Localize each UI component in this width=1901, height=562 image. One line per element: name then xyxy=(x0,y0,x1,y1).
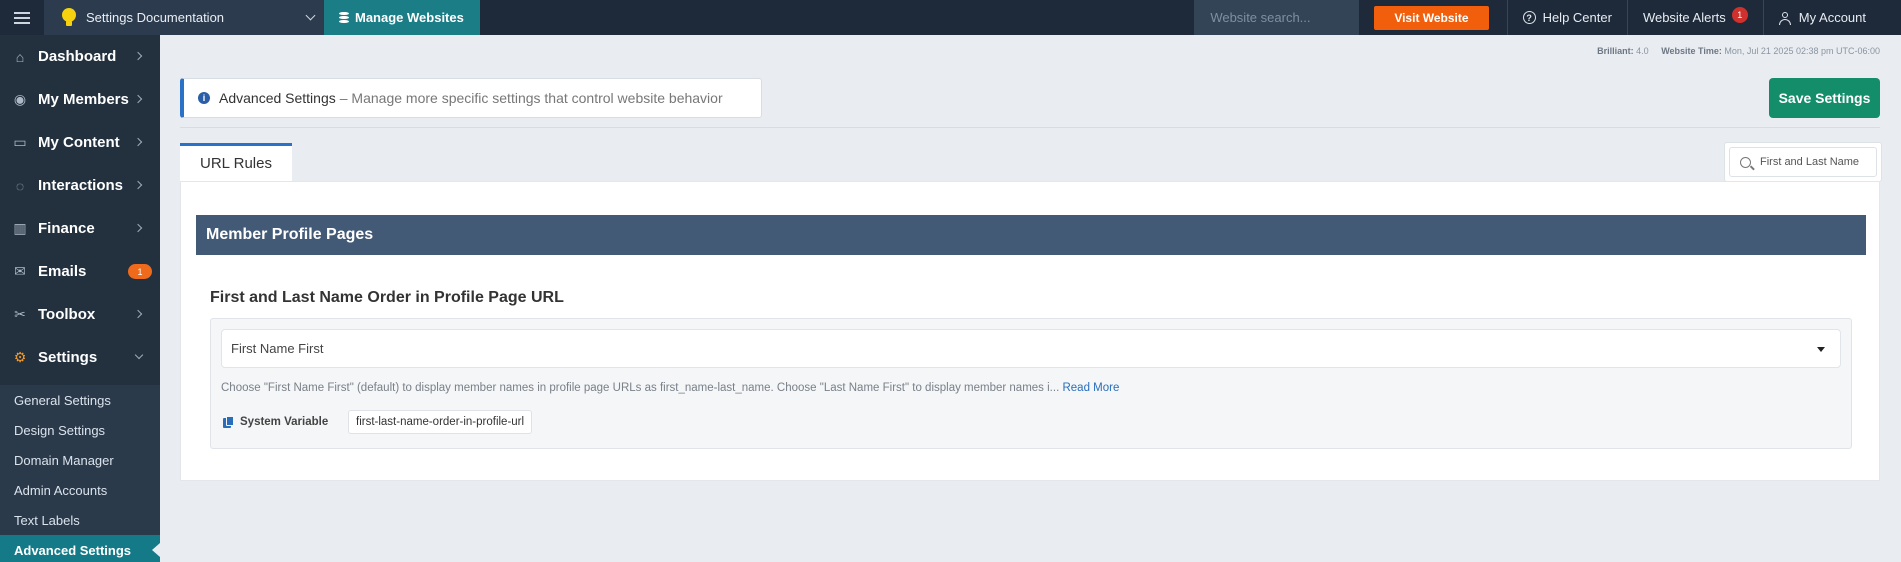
brilliant-version: 4.0 xyxy=(1636,46,1649,56)
sidebar-item-label: My Members xyxy=(38,91,129,108)
sidebar-item-label: Settings xyxy=(38,349,98,366)
sidebar-item-label: Toolbox xyxy=(38,306,96,323)
copy-icon[interactable] xyxy=(223,416,234,428)
sidebar-item-my-members[interactable]: ◉ My Members xyxy=(0,78,160,121)
sidebar-item-label: Interactions xyxy=(38,177,124,194)
home-icon: ⌂ xyxy=(15,48,25,65)
menu-toggle-button[interactable] xyxy=(0,0,44,35)
website-alerts-link[interactable]: Website Alerts 1 xyxy=(1626,0,1763,35)
name-order-select[interactable]: First Name First xyxy=(221,329,1841,368)
my-account-label: My Account xyxy=(1798,10,1866,25)
settings-search: First and Last Name xyxy=(1724,142,1882,182)
question-circle-icon: ? xyxy=(1522,11,1536,24)
manage-websites-label: Manage Websites xyxy=(355,10,464,25)
caret-down-icon xyxy=(1817,347,1825,352)
chevron-down-icon xyxy=(305,10,316,21)
sidebar-item-advanced-settings[interactable]: Advanced Settings xyxy=(0,535,160,562)
sidebar: ⌂ Dashboard ◉ My Members ▭ My Content ◌ … xyxy=(0,35,160,562)
sidebar-item-domain-manager[interactable]: Domain Manager xyxy=(0,445,160,475)
top-bar: Settings Documentation Manage Websites W… xyxy=(0,0,1901,35)
info-icon: i xyxy=(198,92,210,104)
settings-panel: Member Profile Pages First and Last Name… xyxy=(180,181,1880,481)
section-header: Member Profile Pages xyxy=(196,215,1866,255)
settings-search-input[interactable]: First and Last Name xyxy=(1729,147,1877,177)
user-icon xyxy=(1778,11,1791,25)
system-variable-label: System Variable xyxy=(223,416,328,428)
gear-icon: ⚙ xyxy=(13,349,27,365)
envelope-icon: ✉ xyxy=(14,263,26,279)
visit-website-button[interactable]: Visit Website xyxy=(1374,5,1489,30)
help-center-label: Help Center xyxy=(1542,10,1612,25)
system-variable-value: first-last-name-order-in-profile-url xyxy=(348,410,533,434)
read-more-link[interactable]: Read More xyxy=(1062,382,1119,394)
sidebar-item-label: Emails xyxy=(38,263,87,280)
website-selector-label: Settings Documentation xyxy=(86,10,225,25)
alerts-count-badge: 1 xyxy=(1731,6,1748,23)
chevron-down-icon xyxy=(134,350,144,360)
sidebar-item-label: Dashboard xyxy=(38,48,117,65)
help-center-link[interactable]: ? Help Center xyxy=(1506,0,1627,35)
website-search-input[interactable]: Website search... xyxy=(1194,0,1360,35)
sidebar-item-my-content[interactable]: ▭ My Content xyxy=(0,121,160,164)
sidebar-item-label: My Content xyxy=(38,134,120,151)
name-order-select-value: First Name First xyxy=(231,341,324,356)
sidebar-item-interactions[interactable]: ◌ Interactions xyxy=(0,164,160,207)
sidebar-item-design-settings[interactable]: Design Settings xyxy=(0,415,160,445)
sidebar-item-toolbox[interactable]: ✂ Toolbox xyxy=(0,293,160,336)
header-divider xyxy=(180,127,1880,128)
page-description: – Manage more specific settings that con… xyxy=(339,90,723,106)
chat-icon: ◌ xyxy=(15,177,25,194)
user-circle-icon: ◉ xyxy=(13,91,27,107)
hamburger-icon xyxy=(14,11,30,24)
website-time-label: Website Time: xyxy=(1661,46,1722,56)
sidebar-item-admin-accounts[interactable]: Admin Accounts xyxy=(0,475,160,505)
brilliant-label: Brilliant: xyxy=(1597,46,1634,56)
sidebar-item-emails[interactable]: ✉ Emails 1 xyxy=(0,250,160,293)
lightbulb-icon xyxy=(62,7,76,28)
system-variable-label-text: System Variable xyxy=(240,416,329,428)
website-search-placeholder: Website search... xyxy=(1210,10,1311,25)
sidebar-item-dashboard[interactable]: ⌂ Dashboard xyxy=(0,35,160,78)
emails-count-badge: 1 xyxy=(128,264,152,279)
setting-box: First Name First Choose "First Name Firs… xyxy=(210,318,1852,449)
settings-submenu: General Settings Design Settings Domain … xyxy=(0,385,160,562)
settings-search-value: First and Last Name xyxy=(1760,156,1860,168)
setting-help-text: Choose "First Name First" (default) to d… xyxy=(221,382,1119,394)
save-settings-button[interactable]: Save Settings xyxy=(1769,78,1880,118)
search-icon xyxy=(1740,156,1751,168)
tools-icon: ✂ xyxy=(14,306,26,322)
chevron-right-icon xyxy=(133,94,143,104)
website-selector[interactable]: Settings Documentation xyxy=(44,0,324,35)
website-alerts-label: Website Alerts xyxy=(1642,10,1726,25)
tab-url-rules[interactable]: URL Rules xyxy=(180,143,292,181)
chevron-right-icon xyxy=(133,309,143,319)
help-text-body: Choose "First Name First" (default) to d… xyxy=(221,382,1060,394)
sidebar-item-general-settings[interactable]: General Settings xyxy=(0,385,160,415)
chevron-right-icon xyxy=(133,137,143,147)
database-icon xyxy=(339,11,349,24)
manage-websites-button[interactable]: Manage Websites xyxy=(324,0,480,35)
chevron-right-icon xyxy=(133,51,143,61)
sidebar-item-settings[interactable]: ⚙ Settings xyxy=(0,336,160,379)
page-title: Advanced Settings xyxy=(219,90,336,106)
chevron-right-icon xyxy=(133,223,143,233)
website-meta-info: Brilliant: 4.0 Website Time: Mon, Jul 21… xyxy=(1597,46,1880,56)
bar-chart-icon: ▥ xyxy=(13,220,27,236)
setting-title: First and Last Name Order in Profile Pag… xyxy=(210,289,564,306)
sidebar-item-finance[interactable]: ▥ Finance xyxy=(0,207,160,250)
page-info-box: i Advanced Settings – Manage more specif… xyxy=(180,78,762,118)
folder-icon: ▭ xyxy=(13,134,27,150)
sidebar-item-text-labels[interactable]: Text Labels xyxy=(0,505,160,535)
website-time-value: Mon, Jul 21 2025 02:38 pm UTC-06:00 xyxy=(1724,46,1880,56)
sidebar-item-label: Finance xyxy=(38,220,95,237)
my-account-link[interactable]: My Account xyxy=(1762,0,1901,35)
chevron-right-icon xyxy=(133,180,143,190)
